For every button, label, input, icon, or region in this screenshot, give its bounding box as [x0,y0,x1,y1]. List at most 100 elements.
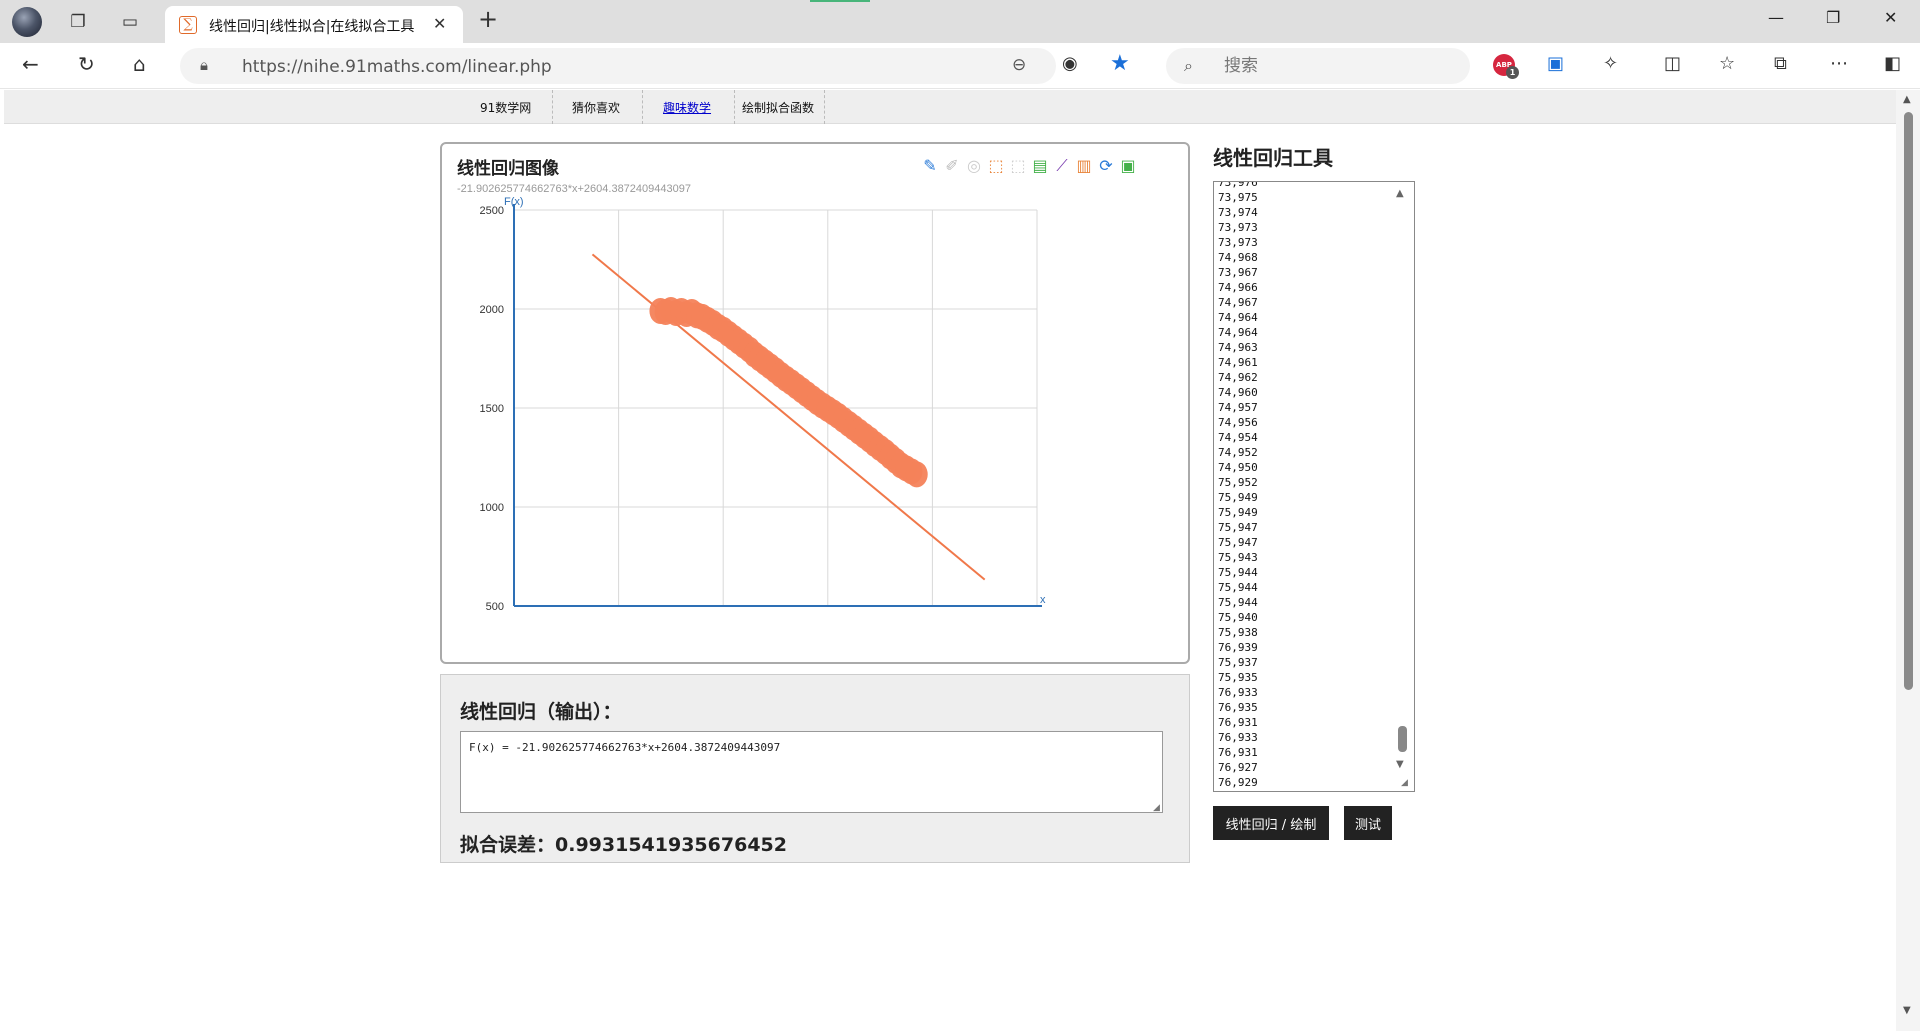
restore-window-icon[interactable]: ❐ [1826,8,1840,27]
home-icon[interactable]: ⌂ [133,52,146,76]
search-input[interactable] [1224,55,1444,77]
refresh-icon[interactable]: ↻ [78,52,95,76]
sidebar-toggle-icon[interactable]: ◧ [1884,53,1901,74]
back-icon[interactable]: ← [22,52,39,76]
edge-ext-icon[interactable]: ◉ [1062,53,1078,74]
line-chart-icon[interactable]: ⟋ [1052,156,1072,176]
scroll-up-icon[interactable]: ▲ [1903,94,1911,105]
close-tab-icon[interactable]: ✕ [433,14,446,33]
test-button[interactable]: 测试 [1344,806,1392,840]
profile-avatar[interactable] [12,7,42,37]
vertical-tabs-icon[interactable]: ▭ [115,7,145,37]
fit-plot-button[interactable]: 线性回归 / 绘制 [1213,806,1329,840]
data-lines: 73,976 73,975 73,974 73,973 73,973 74,968 73,9… [1218,182,1388,790]
resize-grip-icon[interactable]: ◢ [1401,778,1408,788]
y-tick-label: 1500 [480,403,504,415]
data-line: 73,973 [1218,221,1258,234]
nav-separator [824,90,825,124]
favorites-icon[interactable]: ☆ [1719,53,1735,74]
data-line: 75,949 [1218,506,1258,519]
favorite-star-icon[interactable]: ★ [1110,51,1130,76]
regression-line [591,253,986,581]
data-line: 75,949 [1218,491,1258,504]
scroll-down-icon[interactable]: ▼ [1903,1005,1911,1016]
data-line: 74,961 [1218,356,1258,369]
workspaces-icon[interactable]: ❐ [63,7,93,37]
page-scrollbar[interactable]: ▲ ▼ [1896,90,1920,1031]
resize-grip-icon[interactable]: ◢ [1153,803,1160,813]
fit-error-label: 拟合误差： [460,834,556,856]
x-tick-label: 20 [612,613,624,614]
new-tab-icon[interactable]: + [478,5,498,33]
address-bar[interactable]: 🔒︎ https://nihe.91maths.com/linear.php ⊖ [180,48,1056,84]
zoom-out-icon[interactable]: ⊖ [1012,55,1026,75]
nav-item-plot-fit[interactable]: 绘制拟合函数 [742,99,814,116]
data-line: 75,947 [1218,521,1258,534]
translate-extension-icon[interactable]: ▣ [1547,53,1564,74]
y-tick-label: 2500 [480,205,504,217]
search-icon: ⌕ [1184,56,1193,75]
zoom-region-icon[interactable]: ⬚ [986,156,1006,176]
pencil-icon[interactable]: ✎ [920,156,940,176]
data-line: 73,974 [1218,206,1258,219]
restore-icon[interactable]: ⟳ [1096,156,1116,176]
output-title: 线性回归（输出）： [460,701,622,723]
scroll-up-arrow-icon[interactable]: ▲ [1396,188,1404,199]
data-line: 75,935 [1218,671,1258,684]
scroll-down-arrow-icon[interactable]: ▼ [1396,759,1404,770]
nav-item-recommend[interactable]: 猜你喜欢 [572,99,620,116]
extensions-icon[interactable]: ✧ [1603,53,1618,74]
data-line: 75,952 [1218,476,1258,489]
split-screen-icon[interactable]: ◫ [1664,53,1681,74]
data-line: 74,967 [1218,296,1258,309]
data-line: 75,938 [1218,626,1258,639]
eraser-icon[interactable]: ✐ [942,156,962,176]
chart-title: 线性回归图像 [457,159,559,179]
data-line: 74,960 [1218,386,1258,399]
formula-output[interactable]: F(x) = -21.902625774662763*x+2604.387240… [460,731,1163,813]
data-line: 76,931 [1218,746,1258,759]
data-line: 74,957 [1218,401,1258,414]
data-line: 76,929 [1218,776,1258,789]
data-line: 74,964 [1218,326,1258,339]
adblock-extension-icon[interactable]: ABP 1 [1493,54,1519,79]
data-line: 76,927 [1218,761,1258,774]
site-nav: 91数学网 猜你喜欢 趣味数学 绘制拟合函数 [4,90,1896,124]
scatter-chart: 0 20 40 60 80 100 500 1000 1500 2000 2500F(x) x [480,196,1047,614]
zoom-reset-icon[interactable]: ⬚ [1008,156,1028,176]
data-view-icon[interactable]: ▤ [1030,156,1050,176]
lock-icon[interactable]: 🔒︎ [200,56,208,74]
nav-item-fun-math[interactable]: 趣味数学 [663,99,711,116]
bar-chart-icon[interactable]: ▥ [1074,156,1094,176]
page-content: 91数学网 猜你喜欢 趣味数学 绘制拟合函数 线性回归图像 -21.902625… [4,90,1896,1031]
nav-item-91maths[interactable]: 91数学网 [480,99,531,116]
search-box[interactable]: ⌕ [1166,48,1470,84]
page-scrollbar-thumb[interactable] [1904,112,1913,690]
data-line: 76,933 [1218,686,1258,699]
save-image-icon[interactable]: ▣ [1118,156,1138,176]
address-toolbar: ← ↻ ⌂ 🔒︎ https://nihe.91maths.com/linear… [0,43,1920,89]
tool-title: 线性回归工具 [1213,146,1333,170]
data-line: 74,952 [1218,446,1258,459]
close-window-icon[interactable]: ✕ [1884,8,1897,27]
more-menu-icon[interactable]: ⋯ [1830,53,1848,74]
data-line: 73,975 [1218,191,1258,204]
clear-icon[interactable]: ◎ [964,156,984,176]
regression-chart-panel: 线性回归图像 -21.902625774662763*x+2604.387240… [440,142,1190,664]
x-tick-label: 60 [822,613,834,614]
y-tick-label: 1000 [480,502,504,514]
data-line: 76,931 [1218,716,1258,729]
active-tab[interactable]: ∑ 线性回归|线性拟合|在线拟合工具 ✕ [165,6,463,43]
regression-output-panel: 线性回归（输出）： F(x) = -21.902625774662763*x+2… [440,674,1190,863]
url-text[interactable]: https://nihe.91maths.com/linear.php [242,57,552,77]
y-tick-label: 2000 [480,304,504,316]
data-line: 74,962 [1218,371,1258,384]
tab-strip-indicator [810,0,870,2]
collections-icon[interactable]: ⧉ [1774,53,1787,74]
fit-error: 拟合误差：0.9931541935676452 [460,830,787,857]
minimize-icon[interactable]: — [1768,8,1784,27]
site-favicon-icon: ∑ [179,16,197,34]
data-input-textarea[interactable]: 73,976 73,975 73,974 73,973 73,973 74,968 73,9… [1213,181,1415,792]
scrollbar-thumb[interactable] [1398,726,1407,752]
data-line: 75,947 [1218,536,1258,549]
